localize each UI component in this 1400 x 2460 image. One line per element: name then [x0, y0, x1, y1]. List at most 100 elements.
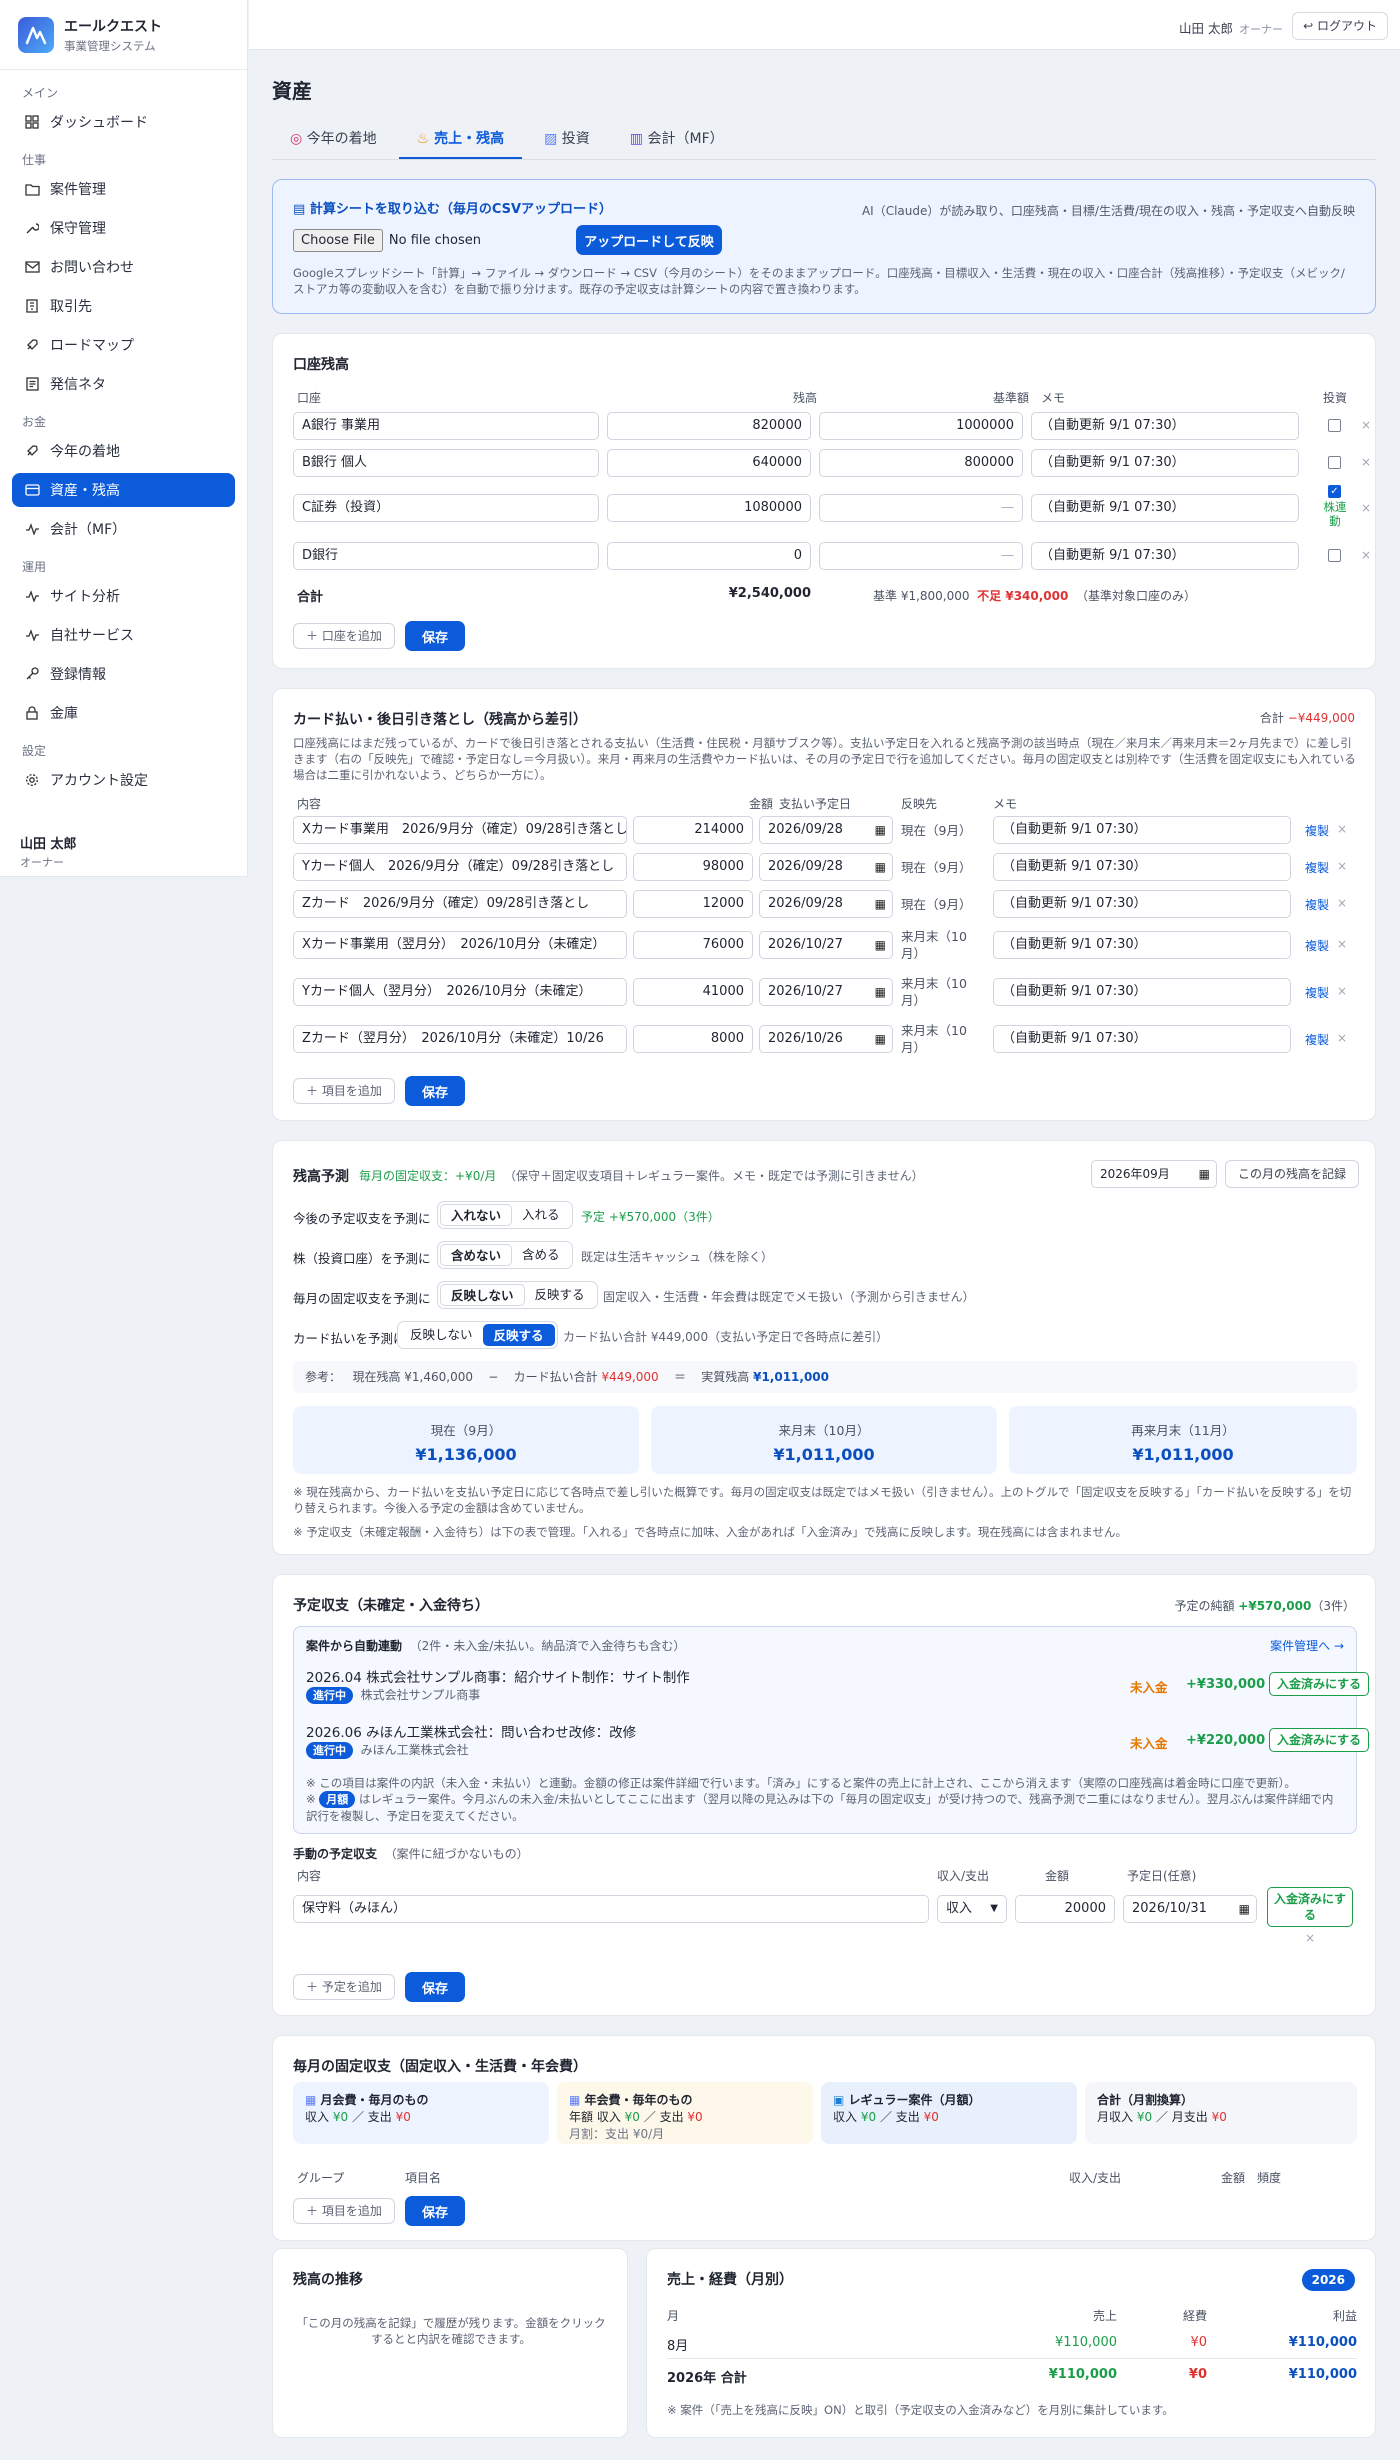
logout-button[interactable]: ↩ ログアウト	[1292, 12, 1388, 40]
copy-row-button[interactable]: 複製	[1305, 896, 1329, 913]
brand[interactable]: エールクエスト 事業管理システム	[0, 0, 247, 70]
sidebar-item-landing[interactable]: 今年の着地	[12, 434, 235, 468]
sidebar-item-projects[interactable]: 案件管理	[12, 172, 235, 206]
save-fixed-button[interactable]: 保存	[405, 2196, 465, 2226]
payment-date-input[interactable]: 2026/10/27	[759, 978, 893, 1006]
manual-amount-input[interactable]: 20000	[1015, 1895, 1115, 1923]
account-memo-input[interactable]: （自動更新 9/1 07:30）	[1031, 542, 1299, 570]
payment-amount-input[interactable]: 41000	[633, 978, 753, 1006]
account-memo-input[interactable]: （自動更新 9/1 07:30）	[1031, 449, 1299, 477]
toggle-option[interactable]: 入れる	[512, 1204, 570, 1226]
copy-row-button[interactable]: 複製	[1305, 822, 1329, 839]
sidebar-item-roadmap[interactable]: ロードマップ	[12, 328, 235, 362]
toggle-option[interactable]: 含める	[512, 1244, 570, 1266]
payment-memo-input[interactable]: （自動更新 9/1 07:30）	[993, 853, 1291, 881]
project-management-link[interactable]: 案件管理へ →	[1270, 1637, 1344, 1654]
account-balance-input[interactable]: 0	[607, 542, 811, 570]
toggle-option[interactable]: 入れない	[440, 1204, 513, 1226]
payment-date-input[interactable]: 2026/10/26	[759, 1025, 893, 1053]
payment-date-input[interactable]: 2026/09/28	[759, 816, 893, 844]
record-balance-button[interactable]: この月の残高を記録	[1225, 1160, 1360, 1188]
stock-toggle[interactable]: 含めない 含める	[437, 1241, 573, 1269]
payment-date-input[interactable]: 2026/10/27	[759, 931, 893, 959]
payment-memo-input[interactable]: （自動更新 9/1 07:30）	[993, 931, 1291, 959]
delete-icon[interactable]: ×	[1305, 1931, 1315, 1945]
delete-icon[interactable]: ×	[1337, 937, 1347, 951]
account-name-input[interactable]: C証券（投資）	[293, 494, 599, 522]
payment-content-input[interactable]: Xカード事業用 2026/9月分（確定）09/28引き落とし	[293, 816, 627, 844]
manual-content-input[interactable]: 保守料（みほん）	[293, 1895, 929, 1923]
invest-checkbox[interactable]	[1328, 549, 1341, 562]
sidebar-item-account-settings[interactable]: アカウント設定	[12, 763, 235, 797]
manual-type-select[interactable]: 収入 ▼	[937, 1895, 1007, 1923]
manual-date-input[interactable]: 2026/10/31	[1123, 1895, 1257, 1923]
payment-memo-input[interactable]: （自動更新 9/1 07:30）	[993, 890, 1291, 918]
add-plan-button[interactable]: ＋ 予定を追加	[293, 1974, 395, 2000]
save-accounts-button[interactable]: 保存	[405, 621, 465, 651]
tab-accounting[interactable]: ▥ 会計（MF）	[612, 122, 742, 159]
sidebar-item-registry[interactable]: 登録情報	[12, 657, 235, 691]
payment-memo-input[interactable]: （自動更新 9/1 07:30）	[993, 1025, 1291, 1053]
delete-icon[interactable]: ×	[1361, 501, 1371, 515]
planned-toggle[interactable]: 入れない 入れる	[437, 1201, 573, 1229]
payment-memo-input[interactable]: （自動更新 9/1 07:30）	[993, 978, 1291, 1006]
toggle-option[interactable]: 含めない	[440, 1244, 513, 1266]
toggle-option[interactable]: 反映する	[482, 1324, 555, 1346]
account-base-input[interactable]: —	[819, 542, 1023, 570]
delete-icon[interactable]: ×	[1337, 896, 1347, 910]
payment-amount-input[interactable]: 98000	[633, 853, 753, 881]
account-base-input[interactable]: 1000000	[819, 412, 1023, 440]
sidebar-item-maintenance[interactable]: 保守管理	[12, 211, 235, 245]
toggle-option[interactable]: 反映する	[525, 1284, 595, 1306]
account-name-input[interactable]: A銀行 事業用	[293, 412, 599, 440]
copy-row-button[interactable]: 複製	[1305, 1031, 1329, 1048]
copy-row-button[interactable]: 複製	[1305, 984, 1329, 1001]
month-picker[interactable]: 2026年09月	[1091, 1160, 1217, 1188]
save-plans-button[interactable]: 保存	[405, 1972, 465, 2002]
tab-sales-balance[interactable]: ♨ 売上・残高	[398, 122, 523, 159]
upload-apply-button[interactable]: アップロードして反映	[575, 225, 722, 255]
payment-amount-input[interactable]: 12000	[633, 890, 753, 918]
add-account-button[interactable]: ＋ 口座を追加	[293, 623, 395, 649]
payment-amount-input[interactable]: 214000	[633, 816, 753, 844]
sidebar-item-accounting[interactable]: 会計（MF）	[12, 512, 235, 546]
toggle-option[interactable]: 反映しない	[400, 1324, 483, 1346]
sidebar-item-inquiries[interactable]: お問い合わせ	[12, 250, 235, 284]
sidebar-item-services[interactable]: 自社サービス	[12, 618, 235, 652]
payment-date-input[interactable]: 2026/09/28	[759, 853, 893, 881]
invest-checkbox[interactable]	[1328, 456, 1341, 469]
delete-icon[interactable]: ×	[1361, 548, 1371, 562]
invest-checkbox[interactable]: ✓	[1328, 485, 1341, 498]
mark-paid-button[interactable]: 入金済みにする	[1269, 1672, 1369, 1696]
payment-content-input[interactable]: Zカード 2026/9月分（確定）09/28引き落とし	[293, 890, 627, 918]
account-balance-input[interactable]: 1080000	[607, 494, 811, 522]
add-fixed-item-button[interactable]: ＋ 項目を追加	[293, 2198, 395, 2224]
account-memo-input[interactable]: （自動更新 9/1 07:30）	[1031, 412, 1299, 440]
copy-row-button[interactable]: 複製	[1305, 859, 1329, 876]
account-base-input[interactable]: —	[819, 494, 1023, 522]
mark-paid-button[interactable]: 入金済みにする	[1269, 1728, 1369, 1752]
delete-icon[interactable]: ×	[1337, 1031, 1347, 1045]
payment-content-input[interactable]: Xカード事業用（翌月分） 2026/10月分（未確定）	[293, 931, 627, 959]
account-memo-input[interactable]: （自動更新 9/1 07:30）	[1031, 494, 1299, 522]
account-base-input[interactable]: 800000	[819, 449, 1023, 477]
year-badge[interactable]: 2026	[1301, 2269, 1355, 2291]
payment-memo-input[interactable]: （自動更新 9/1 07:30）	[993, 816, 1291, 844]
invest-checkbox[interactable]	[1328, 419, 1341, 432]
delete-icon[interactable]: ×	[1361, 455, 1371, 469]
account-name-input[interactable]: B銀行 個人	[293, 449, 599, 477]
choose-file-button[interactable]: Choose File	[293, 228, 383, 252]
fixed-toggle[interactable]: 反映しない 反映する	[437, 1281, 598, 1309]
payment-content-input[interactable]: Zカード（翌月分） 2026/10月分（未確定）10/26	[293, 1025, 627, 1053]
add-payment-button[interactable]: ＋ 項目を追加	[293, 1078, 395, 1104]
sidebar-item-topics[interactable]: 発信ネタ	[12, 367, 235, 401]
tab-landing[interactable]: ◎ 今年の着地	[272, 122, 395, 159]
delete-icon[interactable]: ×	[1337, 984, 1347, 998]
copy-row-button[interactable]: 複製	[1305, 937, 1329, 954]
payment-content-input[interactable]: Yカード個人（翌月分） 2026/10月分（未確定）	[293, 978, 627, 1006]
payment-content-input[interactable]: Yカード個人 2026/9月分（確定）09/28引き落とし	[293, 853, 627, 881]
sidebar-item-vault[interactable]: 金庫	[12, 696, 235, 730]
toggle-option[interactable]: 反映しない	[440, 1284, 525, 1306]
card-toggle[interactable]: 反映しない 反映する	[397, 1321, 558, 1349]
payment-amount-input[interactable]: 76000	[633, 931, 753, 959]
